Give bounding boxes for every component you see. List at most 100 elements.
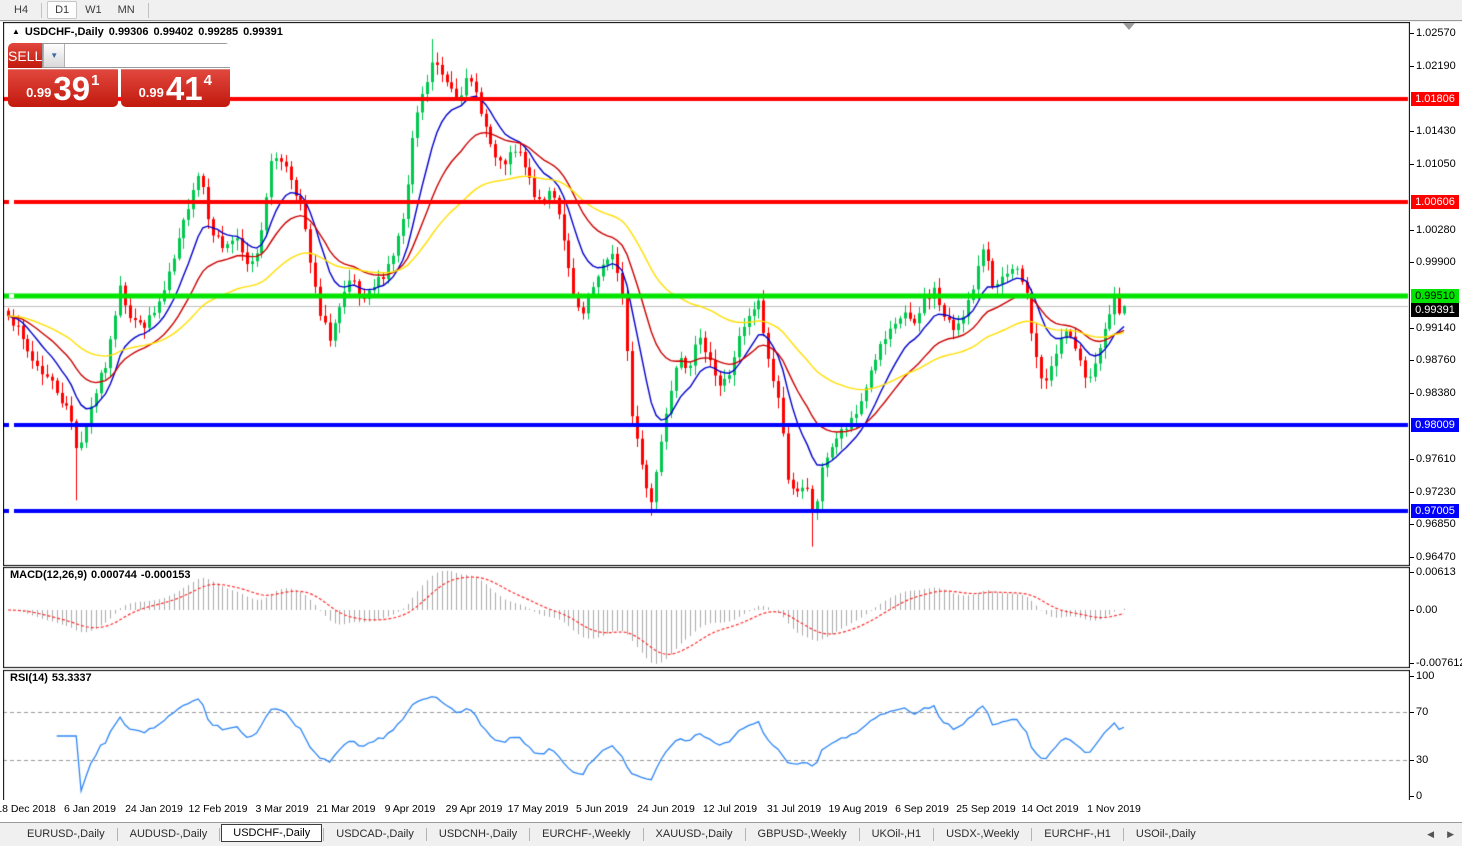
toolbar-separator — [147, 2, 149, 18]
price-tick-label: 1.00280 — [1410, 224, 1456, 236]
hline-price-badge: 0.98009 — [1411, 418, 1459, 432]
price-tick-label: 1.02570 — [1410, 27, 1456, 39]
volume-stepper: ▼ ▲ — [42, 43, 230, 68]
tab-scroll-right-icon[interactable]: ▶ — [1447, 829, 1454, 840]
chart-tab-bar: EURUSD-,Daily AUDUSD-,Daily USDCHF-,Daily U… — [0, 822, 1462, 845]
price-tick-label: 0.98760 — [1410, 354, 1456, 366]
chart-tab-audusd-daily[interactable]: AUDUSD-,Daily — [119, 825, 219, 843]
macd-signal-value: -0.000153 — [140, 569, 191, 581]
tab-separator — [529, 827, 531, 841]
one-click-trade-panel: SELL ▼ ▲ BUY 0.99 39 1 0.99 41 4 — [8, 43, 230, 107]
sell-button[interactable]: SELL — [8, 43, 42, 68]
tab-separator — [219, 827, 221, 841]
tab-separator — [1031, 827, 1033, 841]
chart-tab-usoil-daily[interactable]: USOil-,Daily — [1125, 825, 1207, 843]
price-tick-label: 0.97230 — [1410, 486, 1456, 498]
tab-separator — [1122, 827, 1124, 841]
timeframe-button-d1[interactable]: D1 — [47, 1, 78, 19]
date-tick-label: 24 Jan 2019 — [125, 803, 183, 815]
rsi-tick-label: 30 — [1409, 754, 1429, 766]
date-tick-label: 18 Dec 2018 — [0, 803, 56, 815]
macd-main-value: 0.000744 — [91, 569, 137, 581]
ohlc-low: 0.99285 — [198, 26, 239, 38]
chart-tab-ukoil-h1[interactable]: UKOil-,H1 — [861, 825, 933, 843]
date-tick-label: 12 Jul 2019 — [702, 803, 758, 815]
tab-separator — [425, 827, 427, 841]
sell-price-display[interactable]: 0.99 39 1 — [8, 69, 118, 107]
date-tick-label: 14 Oct 2019 — [1021, 803, 1079, 815]
chart-shift-marker-icon[interactable] — [1123, 23, 1135, 30]
macd-tick-label: 0.00 — [1409, 604, 1438, 616]
volume-input[interactable] — [65, 44, 230, 67]
price-tick-label: 0.96470 — [1410, 551, 1456, 563]
date-tick-label: 25 Sep 2019 — [956, 803, 1016, 815]
toolbar-separator — [41, 2, 43, 18]
price-tick-label: 0.98380 — [1410, 387, 1456, 399]
price-tick-label: 0.97610 — [1410, 453, 1456, 465]
price-tick-label: 1.02190 — [1410, 60, 1456, 72]
price-tick-label: 1.01050 — [1410, 158, 1456, 170]
chart-tab-usdx-weekly[interactable]: USDX-,Weekly — [935, 825, 1030, 843]
sell-price-big: 39 — [53, 69, 91, 107]
chart-tab-usdcad-daily[interactable]: USDCAD-,Daily — [325, 825, 425, 843]
collapse-arrow-icon[interactable]: ▲ — [12, 27, 20, 36]
hline-price-badge: 1.01806 — [1411, 92, 1459, 106]
date-tick-label: 5 Jun 2019 — [576, 803, 628, 815]
timeframe-button-h4[interactable]: H4 — [6, 1, 36, 19]
rsi-tick-label: 70 — [1409, 706, 1429, 718]
ohlc-high: 0.99402 — [153, 26, 194, 38]
date-tick-label: 31 Jul 2019 — [766, 803, 822, 815]
current-price-badge: 0.99391 — [1411, 303, 1459, 317]
symbol-name: USDCHF-,Daily — [24, 26, 104, 38]
tab-separator — [858, 827, 860, 841]
date-tick-label: 9 Apr 2019 — [384, 803, 436, 815]
ohlc-close: 0.99391 — [243, 26, 283, 38]
chart-tab-usdchf-daily[interactable]: USDCHF-,Daily — [221, 824, 323, 842]
tab-scroll-left-icon[interactable]: ◀ — [1427, 829, 1434, 840]
chart-symbol-header: ▲ USDCHF-,Daily 0.99306 0.99402 0.99285 0.993… — [12, 26, 283, 38]
volume-decrease-button[interactable]: ▼ — [43, 44, 66, 67]
date-tick-label: 29 Apr 2019 — [445, 803, 503, 815]
timeframe-button-mn[interactable]: MN — [110, 1, 143, 19]
price-tick-label: 0.99900 — [1410, 256, 1456, 268]
rsi-tick-label: 100 — [1409, 670, 1435, 682]
date-tick-label: 1 Nov 2019 — [1087, 803, 1141, 815]
chart-tab-eurusd-daily[interactable]: EURUSD-,Daily — [16, 825, 116, 843]
macd-indicator-label: MACD(12,26,9) 0.000744 -0.000153 — [10, 569, 194, 581]
tab-separator — [323, 827, 325, 841]
price-tick-label: 0.96850 — [1410, 518, 1456, 530]
rsi-name: RSI(14) — [10, 672, 48, 684]
sell-price-base: 0.99 — [26, 85, 52, 100]
buy-price-big: 41 — [165, 69, 203, 107]
tab-nav: ◀ ▶ — [1427, 823, 1454, 846]
tab-separator — [642, 827, 644, 841]
buy-price-base: 0.99 — [138, 85, 164, 100]
date-tick-label: 17 May 2019 — [507, 803, 569, 815]
hline-price-badge: 0.97005 — [1411, 504, 1459, 518]
chart-tab-eurchf-h1[interactable]: EURCHF-,H1 — [1033, 825, 1122, 843]
date-tick-label: 24 Jun 2019 — [637, 803, 695, 815]
date-tick-label: 6 Sep 2019 — [895, 803, 949, 815]
tab-separator — [933, 827, 935, 841]
price-chart-canvas[interactable] — [3, 22, 1410, 800]
buy-price-display[interactable]: 0.99 41 4 — [120, 69, 230, 107]
price-tick-label: 1.01430 — [1410, 125, 1456, 137]
date-tick-label: 3 Mar 2019 — [255, 803, 309, 815]
chart-tab-xauusd-daily[interactable]: XAUUSD-,Daily — [645, 825, 744, 843]
hline-price-badge: 0.99510 — [1411, 289, 1459, 303]
buy-price-pip: 4 — [203, 72, 212, 89]
rsi-tick-label: 0 — [1409, 790, 1423, 802]
date-tick-label: 19 Aug 2019 — [828, 803, 888, 815]
rsi-indicator-label: RSI(14) 53.3337 — [10, 672, 96, 684]
macd-name: MACD(12,26,9) — [10, 569, 88, 581]
date-tick-label: 21 Mar 2019 — [316, 803, 376, 815]
timeframe-button-w1[interactable]: W1 — [77, 1, 110, 19]
timeframe-toolbar: H4 D1 W1 MN — [0, 0, 1462, 21]
macd-tick-label: -0.007612 — [1410, 656, 1462, 670]
price-tick-label: 0.99140 — [1410, 322, 1456, 334]
macd-tick-label: 0.00613 — [1410, 566, 1456, 578]
chart-tab-eurchf-weekly[interactable]: EURCHF-,Weekly — [531, 825, 641, 843]
chart-tab-gbpusd-weekly[interactable]: GBPUSD-,Weekly — [747, 825, 858, 843]
date-tick-label: 6 Jan 2019 — [64, 803, 116, 815]
chart-tab-usdcnh-daily[interactable]: USDCNH-,Daily — [428, 825, 528, 843]
